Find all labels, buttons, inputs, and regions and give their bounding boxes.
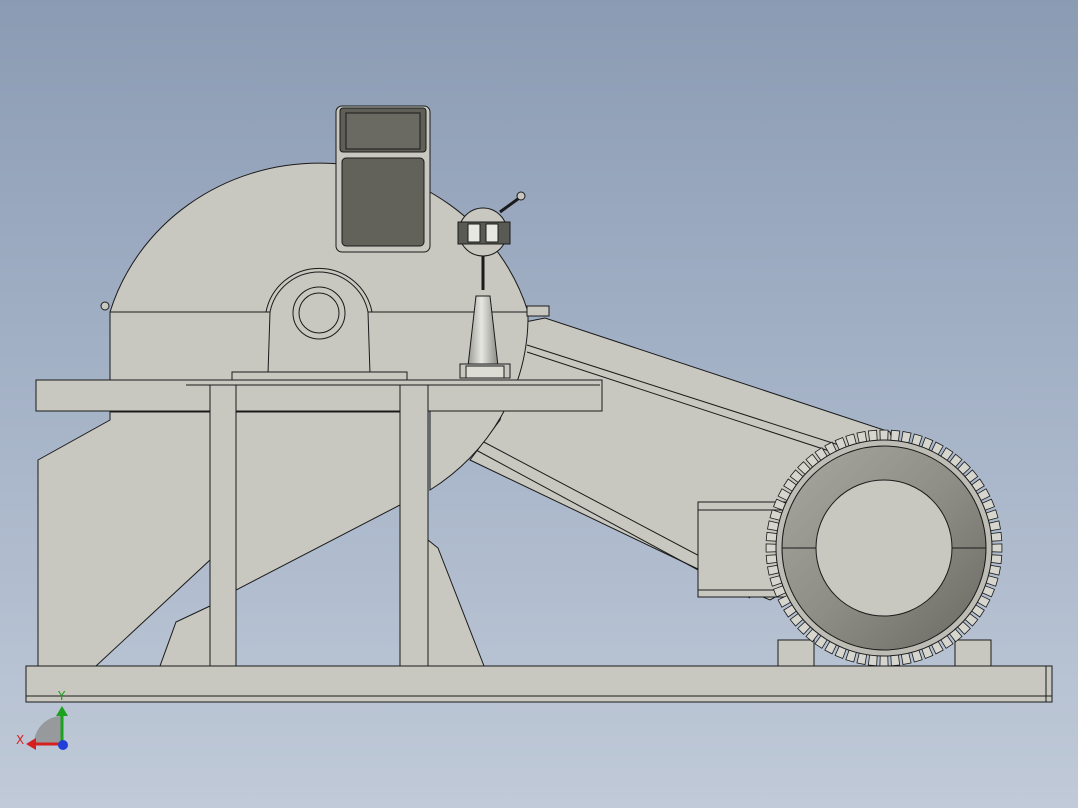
triad-x-label: X — [16, 733, 24, 747]
leg-left — [209, 384, 237, 700]
leg-right — [399, 384, 429, 700]
gauge-inner-2 — [485, 223, 499, 243]
bearing-inner — [298, 292, 340, 334]
triad-x-arrow — [26, 738, 36, 750]
cad-viewport[interactable]: X Y — [0, 0, 1078, 808]
motor-foot-left — [777, 639, 815, 667]
triad-z-dot — [58, 740, 68, 750]
pedestal-base — [231, 371, 408, 381]
housing-stub — [526, 305, 550, 317]
leg-brace — [427, 538, 485, 667]
gauge-inner-1 — [467, 223, 481, 243]
triad-y-arrow — [56, 706, 68, 716]
drum-end-cap — [815, 479, 953, 617]
feed-box-window — [341, 157, 425, 247]
model-view[interactable]: X Y — [0, 0, 1078, 808]
triad-y-label: Y — [57, 689, 66, 703]
base-rail — [25, 665, 1053, 703]
gauge-body — [457, 221, 511, 245]
housing-knob — [100, 301, 110, 311]
triad-quadrant — [34, 716, 62, 744]
feed-box-top-inner — [345, 112, 421, 150]
lever-knob — [516, 191, 526, 201]
motor-foot-right — [954, 639, 992, 667]
gauge-base-inner — [465, 365, 505, 379]
motor-drum — [765, 429, 1003, 667]
machine-assembly — [25, 105, 1053, 703]
